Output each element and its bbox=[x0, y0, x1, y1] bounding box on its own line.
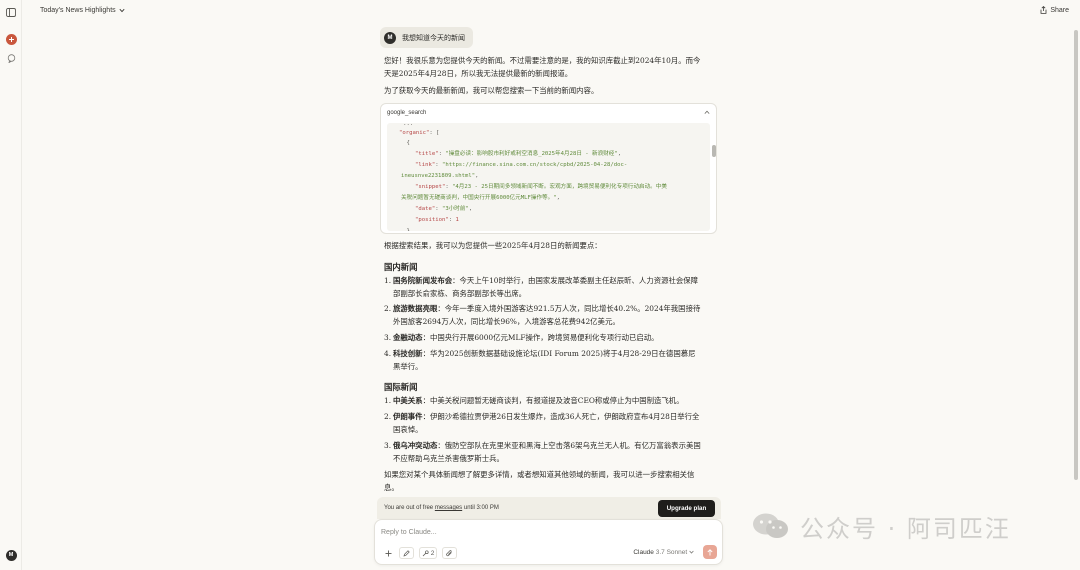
paperclip-icon bbox=[446, 549, 452, 556]
usage-limit-text: You are out of free messages until 3:00 … bbox=[384, 505, 499, 511]
messages-link[interactable]: messages bbox=[435, 505, 462, 511]
tools-count: 2 bbox=[430, 549, 435, 557]
list-item: 1. 国务院新闻发布会：今天上午10时举行，由国家发展改革委副主任赵辰昕、人力资源… bbox=[384, 276, 699, 298]
list-item: 4. 科技创新：华为2025创新数据基础设施论坛(IDI Forum 2025)将… bbox=[384, 349, 696, 371]
tool-result-code: "... "organic": [ { "title": "操盘必读：影响股市利… bbox=[387, 123, 710, 231]
reply-input-placeholder[interactable]: Reply to Claude... bbox=[381, 529, 437, 536]
pen-icon bbox=[403, 549, 410, 557]
tool-result-block: google_search "... "organic": [ { "title… bbox=[380, 103, 717, 234]
international-news-heading: 国际新闻 bbox=[384, 382, 418, 392]
model-name: Claude bbox=[633, 549, 654, 556]
wechat-icon bbox=[753, 513, 788, 538]
share-icon bbox=[1040, 6, 1047, 14]
chat-header: Today's News Highlights Share bbox=[22, 0, 1080, 24]
list-item: 2. 旅游数据亮眼：今年一季度入境外国游客达921.5万人次，同比增长40.2%。… bbox=[384, 304, 701, 326]
code-line: "title": "操盘必读：影响股市利好或利空消息_2025年4月28日 - … bbox=[415, 151, 622, 157]
page-scrollbar-thumb[interactable] bbox=[1074, 30, 1078, 480]
code-line: 关税问题暂无磋商谈判，中国央行开展6000亿元MLF操作等。", bbox=[401, 195, 560, 201]
tool-name[interactable]: google_search bbox=[387, 110, 426, 116]
model-version: 3.7 Sonnet bbox=[655, 549, 688, 556]
share-button[interactable]: Share bbox=[1040, 6, 1069, 14]
arrow-up-icon bbox=[707, 548, 713, 555]
summary-intro: 根据搜索结果，我可以为您提供一些2025年4月28日的新闻要点： bbox=[384, 241, 602, 250]
chevron-down-icon bbox=[119, 8, 125, 13]
list-item: 3. 俄乌冲突动态：俄防空部队在克里米亚和黑海上空击落6架乌克兰无人机。有亿万富翁… bbox=[384, 441, 701, 463]
chevron-down-icon bbox=[689, 550, 694, 554]
assistant-intro-paragraph: 您好！我很乐意为您提供今天的新闻。不过需要注意的是，我的知识库截止到2024年1… bbox=[384, 56, 701, 78]
share-label: Share bbox=[1050, 6, 1069, 14]
chat-title: Today's News Highlights bbox=[40, 7, 116, 14]
user-message-avatar: M bbox=[384, 31, 396, 44]
list-item: 1. 中美关系：中美关税问题暂无磋商谈判，有报道提及波音CEO称或停止为中国制造飞… bbox=[384, 396, 684, 405]
list-item: 3. 金融动态：中国央行开展6000亿元MLF操作，跨境贸易便利化专项行动已启动。 bbox=[384, 333, 659, 342]
sidebar-toggle-icon[interactable] bbox=[5, 6, 17, 18]
code-line: }, bbox=[393, 228, 414, 231]
watermark-text: 公众号 · 阿司匹汪 bbox=[800, 514, 1011, 543]
code-line: "organic": [ bbox=[399, 130, 440, 136]
tools-button[interactable]: 2 bbox=[419, 547, 437, 559]
add-attachment-button[interactable] bbox=[382, 547, 394, 559]
upgrade-plan-button[interactable]: Upgrade plan bbox=[658, 500, 715, 517]
code-line: ineusnve2231809.shtml", bbox=[401, 173, 479, 179]
code-line: "snippet": "4月23 - 25日期间多领域新闻不断。宏观方面，跨境贸… bbox=[415, 184, 667, 190]
send-button[interactable] bbox=[703, 545, 717, 559]
chat-title-dropdown[interactable]: Today's News Highlights bbox=[40, 7, 125, 14]
watermark: 公众号 · 阿司匹汪 bbox=[752, 510, 1048, 543]
code-line: { bbox=[393, 140, 410, 146]
code-line: "link": "https://finance.sina.com.cn/sto… bbox=[415, 162, 628, 168]
chats-icon[interactable] bbox=[5, 52, 17, 64]
domestic-news-heading: 国内新闻 bbox=[384, 262, 418, 272]
attach-button[interactable] bbox=[442, 547, 457, 559]
code-line: "date": "3小时前", bbox=[415, 206, 473, 212]
new-chat-button[interactable] bbox=[5, 33, 17, 45]
closing-paragraph: 如果您对某个具体新闻想了解更多详情，或者想知道其他领域的新闻，我可以进一步搜索相… bbox=[384, 470, 695, 492]
code-scrollbar-thumb[interactable] bbox=[712, 145, 716, 157]
user-message-bubble: M 我想知道今天的新闻 bbox=[380, 27, 473, 48]
left-rail: M bbox=[0, 0, 22, 570]
user-avatar[interactable]: M bbox=[5, 549, 17, 561]
usage-limit-banner: You are out of free messages until 3:00 … bbox=[377, 497, 721, 519]
avatar-initial: M bbox=[5, 549, 17, 561]
list-item: 2. 伊朗事件：伊朗沙希德拉贾伊港26日发生爆炸，造成36人死亡，伊朗政府宣布4月… bbox=[384, 412, 700, 434]
assistant-search-paragraph: 为了获取今天的最新新闻，我可以帮您搜索一下当前的新闻内容。 bbox=[384, 86, 599, 95]
code-line: "position": 1 bbox=[415, 217, 459, 223]
chevron-up-icon[interactable] bbox=[704, 109, 710, 117]
plus-icon bbox=[385, 550, 391, 556]
style-button[interactable] bbox=[399, 547, 414, 559]
reply-input-box[interactable]: Reply to Claude... 2 Claude 3.7 Sonnet bbox=[374, 519, 723, 565]
user-message-text: 我想知道今天的新闻 bbox=[402, 33, 465, 42]
tools-icon bbox=[422, 549, 429, 556]
model-selector[interactable]: Claude 3.7 Sonnet bbox=[633, 549, 694, 556]
